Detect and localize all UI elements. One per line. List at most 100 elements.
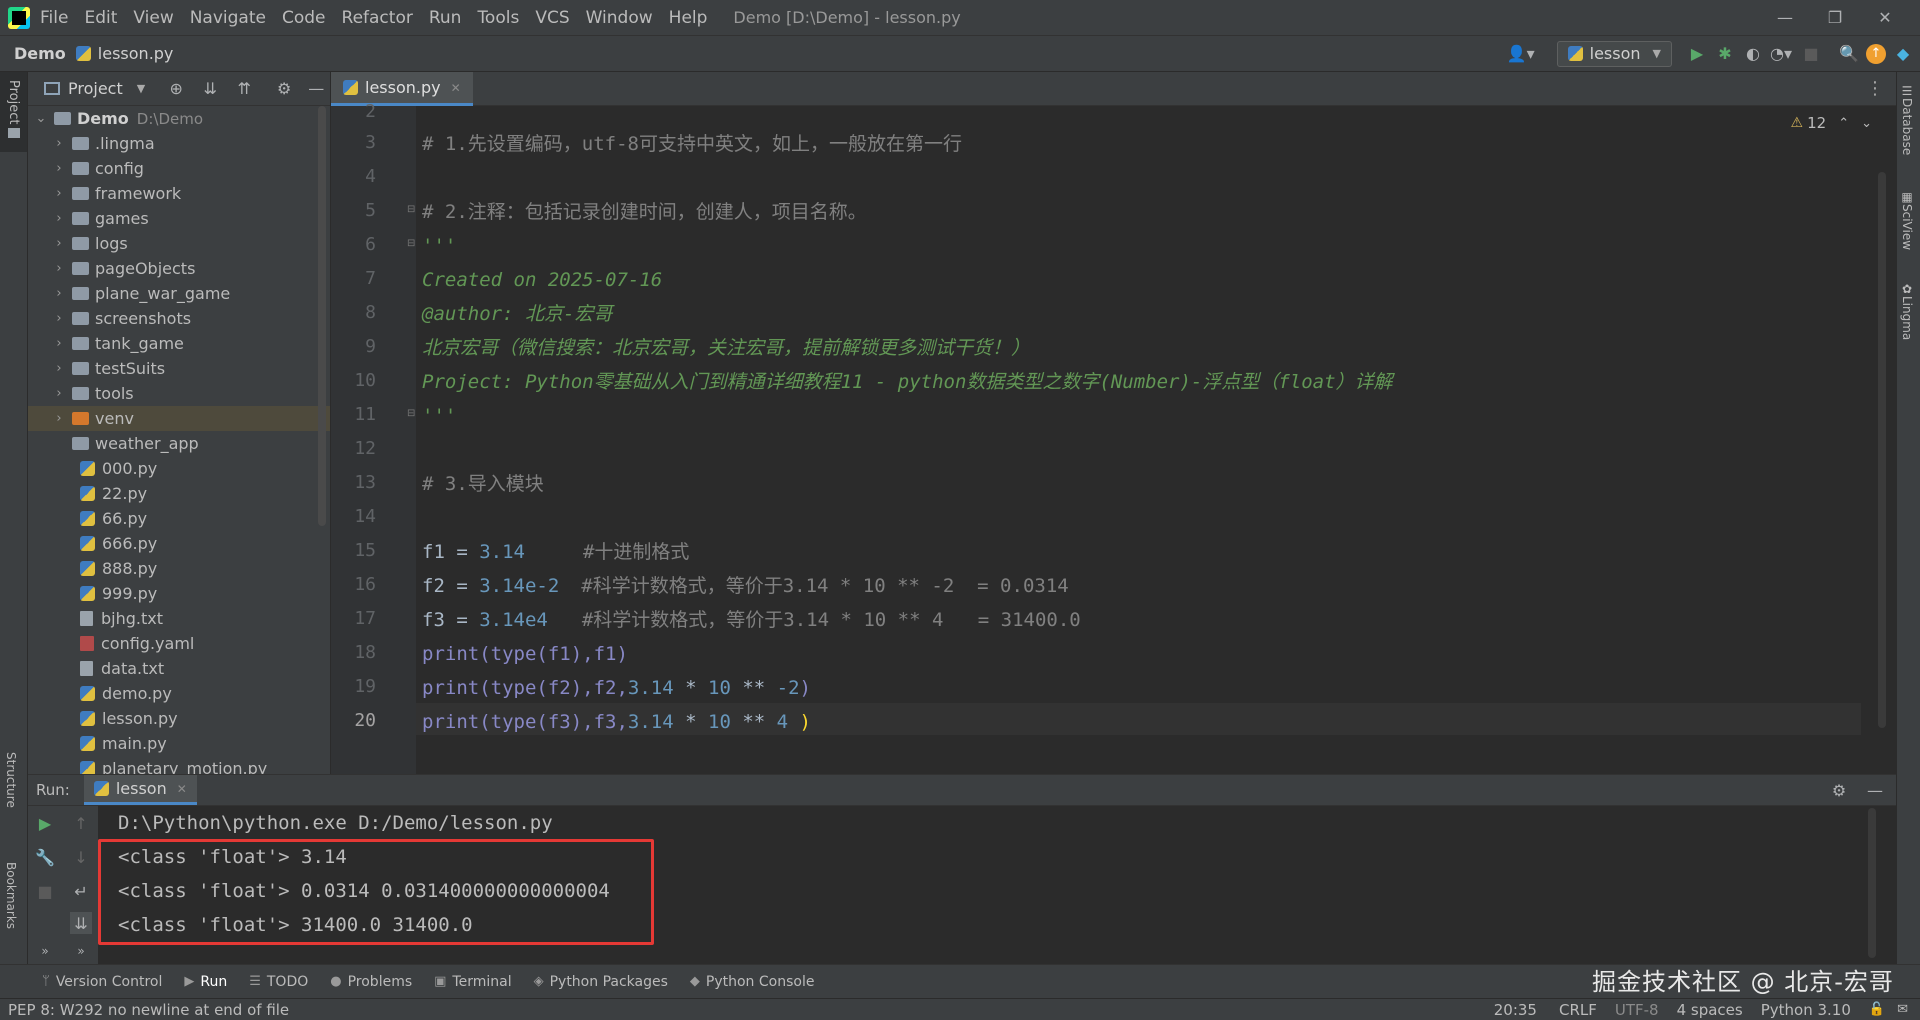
chevron-right-icon[interactable]: › (50, 161, 68, 176)
tree-folder[interactable]: › framework (28, 181, 330, 206)
tree-folder[interactable]: › config (28, 156, 330, 181)
restore-icon[interactable]: ❐ (1810, 7, 1860, 29)
tree-file[interactable]: demo.py (28, 681, 330, 706)
chevron-down-icon[interactable]: ⌄ (32, 111, 50, 126)
tree-file[interactable]: planetary_motion.py (28, 756, 330, 774)
more-tabs-icon[interactable]: ⋮ (1866, 78, 1884, 99)
project-panel-title[interactable]: Project (68, 79, 123, 98)
close-tab-icon[interactable]: ✕ (451, 81, 461, 95)
hide-icon[interactable]: — (305, 78, 327, 100)
tree-file[interactable]: 000.py (28, 456, 330, 481)
chevron-right-icon[interactable]: › (50, 361, 68, 376)
scroll-up-icon[interactable]: ↑ (70, 812, 92, 834)
tree-file[interactable]: data.txt (28, 656, 330, 681)
chevron-right-icon[interactable]: › (50, 336, 68, 351)
interpreter[interactable]: Python 3.10 (1761, 1001, 1851, 1019)
tree-file[interactable]: 66.py (28, 506, 330, 531)
rerun-icon[interactable]: ▶ (34, 812, 56, 834)
tree-folder[interactable]: › logs (28, 231, 330, 256)
menu-tools[interactable]: Tools (477, 8, 519, 28)
console-scrollbar[interactable] (1868, 808, 1876, 958)
chevron-down-icon[interactable]: ▼ (137, 82, 145, 95)
tool-problems[interactable]: ● Problems (330, 974, 412, 990)
fold-marker-icon[interactable]: ⊟ (407, 204, 415, 215)
status-message[interactable]: PEP 8: W292 no newline at end of file (8, 1001, 289, 1019)
lingma-tool-tab[interactable]: ✿ Lingma (1900, 282, 1914, 340)
breadcrumb-file[interactable]: lesson.py (98, 44, 174, 63)
menu-refactor[interactable]: Refactor (342, 8, 413, 28)
project-tool-tab[interactable]: Project (0, 72, 27, 152)
inspection-widget[interactable]: ⚠ 12 ⌃ ⌄ (1791, 114, 1872, 132)
wrench-icon[interactable]: 🔧 (34, 846, 56, 868)
menu-window[interactable]: Window (586, 8, 653, 28)
tree-folder[interactable]: › .lingma (28, 131, 330, 156)
chevron-right-icon[interactable]: › (50, 136, 68, 151)
gear-icon[interactable]: ⚙ (273, 78, 295, 100)
scroll-down-icon[interactable]: ↓ (70, 846, 92, 868)
tree-file[interactable]: bjhg.txt (28, 606, 330, 631)
tool-todo[interactable]: ☰ TODO (249, 974, 308, 990)
breadcrumb-project[interactable]: Demo (14, 44, 66, 63)
tree-file[interactable]: 888.py (28, 556, 330, 581)
indent-setting[interactable]: 4 spaces (1677, 1001, 1743, 1019)
previous-issue-icon[interactable]: ⌃ (1838, 116, 1849, 131)
chevron-right-icon[interactable]: › (50, 286, 68, 301)
run-icon[interactable]: ▶ (1686, 43, 1708, 65)
next-issue-icon[interactable]: ⌄ (1861, 116, 1872, 131)
project-tree-scrollbar[interactable] (318, 106, 326, 526)
collapse-all-icon[interactable]: ⇈ (233, 78, 255, 100)
editor-scrollbar[interactable] (1878, 172, 1886, 728)
stop-icon[interactable]: ■ (34, 880, 56, 902)
hide-panel-icon[interactable]: — (1864, 779, 1886, 801)
locate-icon[interactable]: ⊕ (165, 78, 187, 100)
close-icon[interactable]: ✕ (1860, 7, 1910, 29)
tool-run[interactable]: ▶ Run (184, 974, 227, 990)
chevron-right-icon[interactable]: › (50, 386, 68, 401)
tree-file[interactable]: 22.py (28, 481, 330, 506)
menu-navigate[interactable]: Navigate (190, 8, 266, 28)
menu-code[interactable]: Code (282, 8, 326, 28)
chevron-right-icon[interactable]: › (50, 411, 68, 426)
tree-folder[interactable]: › pageObjects (28, 256, 330, 281)
tool-version-control[interactable]: ᛘ Version Control (42, 974, 162, 990)
user-icon[interactable]: 👤▾ (1503, 43, 1539, 65)
database-tool-tab[interactable]: ☰ Database (1900, 84, 1914, 155)
bookmarks-tool-tab[interactable]: Bookmarks (4, 862, 18, 929)
tree-file[interactable]: main.py (28, 731, 330, 756)
run-config-selector[interactable]: lesson ▼ (1556, 40, 1672, 67)
menu-file[interactable]: File (40, 8, 68, 28)
line-separator[interactable]: CRLF (1559, 1001, 1597, 1019)
minimize-icon[interactable]: — (1760, 7, 1810, 29)
tree-folder[interactable]: › plane_war_game (28, 281, 330, 306)
menu-help[interactable]: Help (669, 8, 708, 28)
coverage-icon[interactable]: ◐ (1742, 43, 1764, 65)
profile-icon[interactable]: ◔▾ (1770, 43, 1792, 65)
run-tab-lesson[interactable]: lesson ✕ (83, 775, 197, 805)
menu-view[interactable]: View (133, 8, 173, 28)
search-icon[interactable]: 🔍 (1838, 43, 1860, 65)
menu-vcs[interactable]: VCS (535, 8, 569, 28)
tree-folder[interactable]: › venv (28, 406, 330, 431)
file-encoding[interactable]: UTF-8 (1615, 1001, 1659, 1019)
code-editor[interactable]: # 1.先设置编码，utf-8可支持中英文，如上，一般放在第一行 # 2.注释：… (416, 106, 1896, 774)
close-run-tab-icon[interactable]: ✕ (177, 782, 187, 796)
chevron-right-icon[interactable]: › (50, 261, 68, 276)
plugin-logo-icon[interactable]: ◆ (1892, 43, 1914, 65)
expand-all-icon[interactable]: ⇊ (199, 78, 221, 100)
menu-run[interactable]: Run (429, 8, 462, 28)
tree-folder[interactable]: › games (28, 206, 330, 231)
update-icon[interactable]: ↑ (1866, 43, 1886, 64)
fold-marker-icon[interactable]: ⊟ (407, 238, 415, 249)
tree-folder[interactable]: › tank_game (28, 331, 330, 356)
gear-icon[interactable]: ⚙ (1828, 779, 1850, 801)
chevron-right-icon[interactable]: › (50, 186, 68, 201)
tree-file[interactable]: config.yaml (28, 631, 330, 656)
more-icon[interactable]: » (70, 940, 92, 962)
structure-tool-tab[interactable]: Structure (4, 752, 18, 808)
lock-icon[interactable]: 🔓 (1869, 1002, 1885, 1017)
menu-edit[interactable]: Edit (84, 8, 117, 28)
tree-folder[interactable]: weather_app (28, 431, 330, 456)
chevron-right-icon[interactable]: › (50, 311, 68, 326)
debug-icon[interactable]: ✱ (1714, 43, 1736, 65)
tree-root[interactable]: ⌄ Demo D:\Demo (28, 106, 330, 131)
